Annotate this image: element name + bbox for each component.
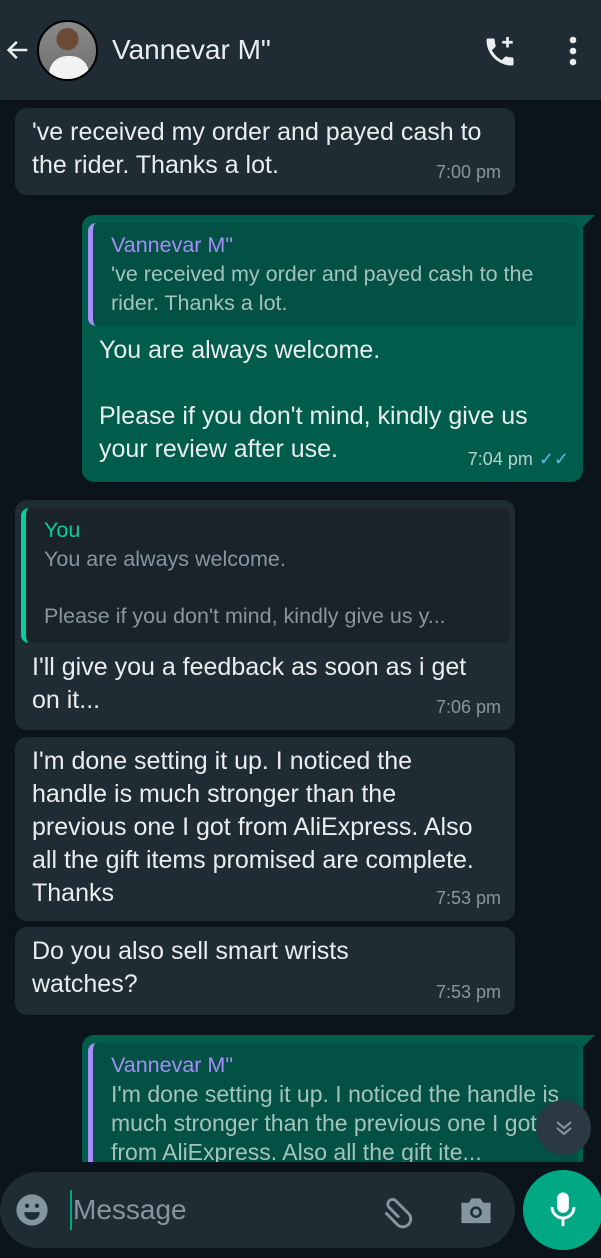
camera-icon[interactable] xyxy=(458,1194,494,1226)
contact-name[interactable]: Vannevar M" xyxy=(112,34,271,66)
quoted-message[interactable]: Vannevar M" 've received my order and pa… xyxy=(88,223,578,326)
chevrons-down-icon xyxy=(555,1120,572,1135)
message-text: You are always welcome. xyxy=(99,336,381,364)
message-time: 7:53 pm xyxy=(435,888,501,908)
voice-record-button[interactable] xyxy=(523,1170,601,1250)
message-text: Do you also sell smart wrists watches? xyxy=(32,937,349,998)
paperclip-icon[interactable] xyxy=(380,1192,418,1230)
message-composer xyxy=(0,1172,515,1248)
emoji-icon[interactable] xyxy=(15,1193,49,1227)
message-incoming[interactable]: I'm done setting it up. I noticed the ha… xyxy=(15,737,515,921)
arrow-left-icon[interactable] xyxy=(4,36,32,64)
double-check-icon: ✓✓ xyxy=(538,449,569,469)
avatar[interactable] xyxy=(37,20,98,81)
message-time: 7:04 pm xyxy=(467,449,533,469)
message-incoming[interactable]: Do you also sell smart wrists watches? 7… xyxy=(15,927,515,1015)
quoted-message[interactable]: Vannevar M" I'm done setting it up. I no… xyxy=(88,1043,578,1162)
mic-icon xyxy=(550,1192,576,1227)
quoted-sender: You xyxy=(44,518,81,542)
message-text: I'll give you a feedback as soon as i ge… xyxy=(32,653,467,714)
message-input[interactable] xyxy=(70,1190,360,1230)
message-time: 7:00 pm xyxy=(435,162,501,182)
message-meta: 7:04 pm ✓✓ xyxy=(468,443,569,476)
more-vertical-icon[interactable] xyxy=(566,36,580,66)
quoted-text: Please if you don't mind, kindly give us… xyxy=(44,604,446,628)
message-text: 've received my order and payed cash to … xyxy=(32,118,482,179)
message-time: 7:06 pm xyxy=(435,697,501,717)
scroll-to-bottom-button[interactable] xyxy=(536,1100,591,1155)
quoted-text: 've received my order and payed cash to … xyxy=(111,262,534,315)
message-outgoing[interactable]: Vannevar M" I'm done setting it up. I no… xyxy=(82,1035,595,1162)
message-outgoing[interactable]: Vannevar M" 've received my order and pa… xyxy=(82,215,595,482)
quoted-message[interactable]: You You are always welcome. Please if yo… xyxy=(21,508,510,643)
message-incoming[interactable]: 've received my order and payed cash to … xyxy=(15,108,515,195)
message-text: I'm done setting it up. I noticed the ha… xyxy=(32,747,474,907)
message-time: 7:53 pm xyxy=(435,982,501,1002)
chat-header: Vannevar M" xyxy=(0,0,601,100)
quoted-sender: Vannevar M" xyxy=(111,233,233,257)
phone-plus-icon[interactable] xyxy=(482,34,518,70)
message-incoming[interactable]: You You are always welcome. Please if yo… xyxy=(15,500,515,730)
quoted-text: You are always welcome. xyxy=(44,547,286,571)
message-list[interactable]: 've received my order and payed cash to … xyxy=(0,100,601,1162)
quoted-text: I'm done setting it up. I noticed the ha… xyxy=(111,1081,560,1162)
quoted-sender: Vannevar M" xyxy=(111,1053,233,1077)
